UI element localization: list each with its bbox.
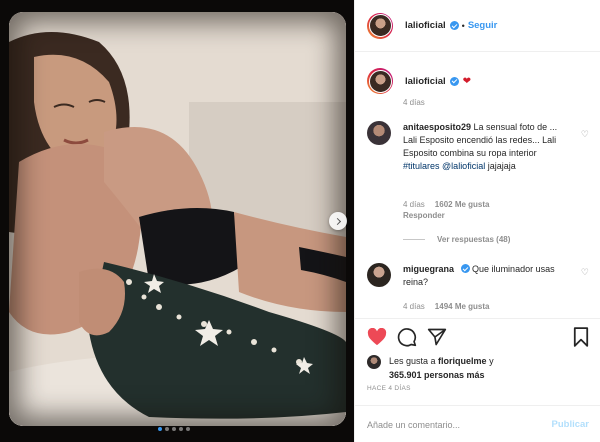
comment-input[interactable] xyxy=(367,419,552,430)
comment-item: miguegrana Que iluminador usas reina? xyxy=(367,263,568,289)
likes-count[interactable]: 365.901 personas más xyxy=(389,370,485,380)
verified-badge-icon xyxy=(460,264,470,273)
post-header: lalioficial • Seguir xyxy=(355,0,600,52)
post-photo[interactable] xyxy=(9,12,346,426)
comment-body-end: jajajaja xyxy=(487,161,516,171)
post-media xyxy=(0,0,354,442)
add-comment-bar: Publicar xyxy=(355,405,600,442)
comment-item: anitaesposito29 La sensual foto de ... L… xyxy=(367,121,573,173)
comment-text: miguegrana Que iluminador usas reina? xyxy=(403,263,568,289)
verified-badge-icon xyxy=(449,76,459,86)
comment-text: anitaesposito29 La sensual foto de ... L… xyxy=(403,121,573,173)
comment-time: 4 días xyxy=(403,302,425,311)
carousel-dot xyxy=(172,427,176,431)
likes-conjunction: y xyxy=(486,356,494,366)
carousel-dot xyxy=(179,427,183,431)
comment-meta: 4 días 1602 Me gusta xyxy=(403,200,490,209)
comment-likes[interactable]: 1494 Me gusta xyxy=(435,302,490,311)
next-photo-button[interactable] xyxy=(329,212,347,230)
post-timestamp[interactable]: HACE 4 DÍAS xyxy=(367,385,411,392)
view-replies-button[interactable]: Ver respuestas (48) xyxy=(403,235,510,244)
carousel-indicator xyxy=(158,427,190,431)
post-side-panel: lalioficial • Seguir lalioficial ❤ 4 día… xyxy=(354,0,600,442)
liker-username[interactable]: floriquelme xyxy=(438,356,487,366)
comments-list: lalioficial ❤ 4 días anitaesposito29 La … xyxy=(355,53,600,318)
comment-username[interactable]: miguegrana xyxy=(403,264,454,274)
author-username[interactable]: lalioficial xyxy=(405,20,446,31)
likes-summary: Les gusta a floriquelme y 365.901 person… xyxy=(367,354,494,382)
paper-plane-icon[interactable] xyxy=(427,327,447,347)
mention-link[interactable]: @lalioficial xyxy=(442,161,485,171)
verified-badge-icon xyxy=(449,21,459,30)
comment-likes[interactable]: 1602 Me gusta xyxy=(435,200,490,209)
follow-button[interactable]: Seguir xyxy=(468,20,498,31)
carousel-dot xyxy=(186,427,190,431)
hashtag-link[interactable]: #titulares xyxy=(403,161,440,171)
photo-illustration xyxy=(9,12,346,426)
heart-filled-icon[interactable] xyxy=(367,328,387,346)
likes-text: Les gusta a floriquelme y 365.901 person… xyxy=(389,354,494,382)
divider-line xyxy=(403,239,425,240)
bookmark-icon[interactable] xyxy=(573,327,589,347)
likes-prefix: Les gusta a xyxy=(389,356,439,366)
publish-button[interactable]: Publicar xyxy=(552,419,590,430)
reply-button[interactable]: Responder xyxy=(403,211,445,220)
comment-bubble-icon[interactable] xyxy=(397,327,417,347)
caption-time: 4 días xyxy=(403,98,425,107)
like-comment-heart-icon[interactable]: ♡ xyxy=(581,267,589,278)
view-replies-label: Ver respuestas (48) xyxy=(437,235,511,244)
commenter-avatar[interactable] xyxy=(367,263,391,287)
carousel-dot xyxy=(165,427,169,431)
caption-avatar[interactable] xyxy=(367,68,393,94)
commenter-avatar[interactable] xyxy=(367,121,391,145)
comment-time: 4 días xyxy=(403,200,425,209)
post-actions: Les gusta a floriquelme y 365.901 person… xyxy=(355,318,600,442)
like-comment-heart-icon[interactable]: ♡ xyxy=(581,129,589,140)
caption-row: lalioficial ❤ xyxy=(367,68,471,94)
red-heart-emoji: ❤ xyxy=(462,75,472,87)
caption-username[interactable]: lalioficial xyxy=(405,76,446,87)
carousel-dot xyxy=(158,427,162,431)
author-avatar[interactable] xyxy=(367,12,393,39)
comment-meta: 4 días 1494 Me gusta xyxy=(403,302,490,311)
comment-username[interactable]: anitaesposito29 xyxy=(403,122,471,132)
separator-dot: • xyxy=(461,20,465,31)
liker-avatar[interactable] xyxy=(367,355,381,369)
chevron-right-icon xyxy=(333,217,341,225)
